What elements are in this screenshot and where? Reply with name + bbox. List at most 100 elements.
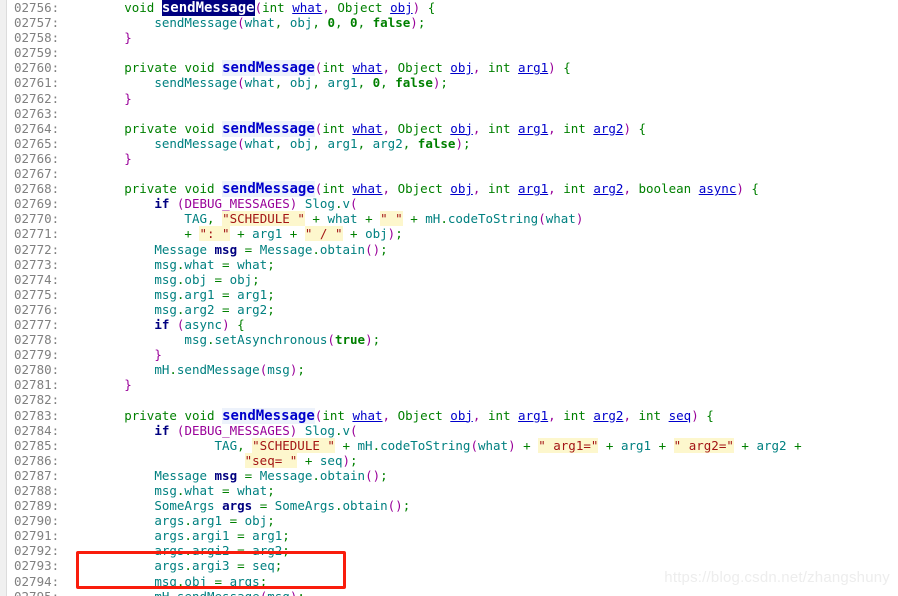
code-token[interactable]: sendMessage (222, 181, 315, 198)
code-token: int (262, 0, 285, 15)
code-line[interactable]: 02757: sendMessage(what, obj, 0, 0, fals… (8, 15, 898, 30)
code-line[interactable]: 02782: (8, 392, 898, 407)
code-token[interactable]: sendMessage (222, 407, 315, 424)
code-text: msg.obj = args; (64, 574, 267, 589)
code-line[interactable]: 02766: } (8, 151, 898, 166)
code-token: ) (508, 437, 516, 453)
code-token: + (402, 211, 426, 227)
code-line[interactable]: 02787: Message msg = Message.obtain(); (8, 468, 898, 483)
code-line[interactable]: 02791: args.argi1 = arg1; (8, 528, 898, 543)
code-line[interactable]: 02774: msg.obj = obj; (8, 272, 898, 287)
code-text: TAG, "SCHEDULE " + what + " " + mH.codeT… (64, 211, 583, 227)
code-token: msg (154, 301, 177, 317)
code-line[interactable]: 02762: } (8, 91, 898, 106)
code-token: ) (410, 15, 418, 31)
code-token: arg1 (252, 226, 283, 242)
code-token: what (244, 15, 275, 31)
code-token: = (229, 543, 253, 559)
line-number: 02776: (14, 301, 60, 317)
code-token: ; (267, 286, 275, 302)
code-line[interactable]: 02760: private void sendMessage(int what… (8, 60, 898, 77)
code-line[interactable]: 02776: msg.arg2 = arg2; (8, 302, 898, 317)
code-line[interactable]: 02764: private void sendMessage(int what… (8, 120, 898, 137)
code-token: ) (623, 120, 631, 136)
code-token: = (229, 558, 253, 574)
code-line[interactable]: 02768: private void sendMessage(int what… (8, 181, 898, 198)
line-number: 02768: (14, 181, 60, 197)
code-token: ) (455, 135, 463, 151)
code-token[interactable]: sendMessage (161, 0, 255, 16)
code-line[interactable]: 02783: private void sendMessage(int what… (8, 407, 898, 424)
code-line[interactable]: 02789: SomeArgs args = SomeArgs.obtain()… (8, 498, 898, 513)
code-token: ( (237, 15, 245, 31)
code-line[interactable]: 02772: Message msg = Message.obtain(); (8, 242, 898, 257)
line-number: 02795: (8, 589, 64, 596)
code-token: arg2 (252, 543, 283, 559)
code-line[interactable]: 02767: (8, 166, 898, 181)
code-token: argi3 (191, 558, 230, 574)
code-line[interactable]: 02758: } (8, 30, 898, 45)
code-line[interactable]: 02780: mH.sendMessage(msg); (8, 362, 898, 377)
code-token: ) (548, 60, 556, 76)
code-lines-container[interactable]: 02756: void sendMessage(int what, Object… (8, 0, 898, 596)
code-text: args.argi2 = arg2; (64, 543, 290, 558)
code-line[interactable]: 02775: msg.arg1 = arg1; (8, 287, 898, 302)
code-token: = (207, 573, 230, 589)
code-line[interactable]: 02763: (8, 106, 898, 121)
code-token: { (563, 60, 571, 76)
code-line[interactable]: 02756: void sendMessage(int what, Object… (8, 0, 898, 16)
code-token: , (274, 135, 290, 151)
code-line[interactable]: 02779: } (8, 347, 898, 362)
code-token: obj (289, 135, 313, 151)
code-text: } (64, 151, 132, 166)
code-line[interactable]: 02778: msg.setAsynchronous(true); (8, 332, 898, 347)
code-token: 0 (350, 15, 358, 31)
code-token: = (214, 301, 238, 317)
code-line[interactable]: 02795: mH.sendMessage(msg); (8, 589, 898, 596)
code-token: + (786, 437, 802, 453)
code-line[interactable]: 02786: "seq= " + seq); (8, 452, 898, 468)
code-line[interactable]: 02759: (8, 45, 898, 60)
code-line[interactable]: 02781: } (8, 377, 898, 392)
code-token[interactable]: sendMessage (222, 120, 315, 137)
code-token: Slog (304, 422, 335, 438)
code-token: int (487, 120, 511, 136)
line-number: 02786: (14, 452, 60, 468)
code-token: ; (372, 332, 381, 348)
code-token: , (548, 407, 564, 423)
code-token: private (124, 407, 177, 423)
code-token: false (417, 135, 456, 151)
code-viewer: 02756: void sendMessage(int what, Object… (0, 0, 898, 596)
code-token: ; (267, 513, 275, 529)
code-line[interactable]: 02785: TAG, "SCHEDULE " + mH.codeToStrin… (8, 437, 898, 453)
code-token: arg1 (518, 181, 549, 197)
code-line[interactable]: 02769: if (DEBUG_MESSAGES) Slog.v( (8, 196, 898, 211)
code-line[interactable]: 02784: if (DEBUG_MESSAGES) Slog.v( (8, 423, 898, 438)
code-text: msg.arg2 = arg2; (64, 301, 274, 317)
code-line[interactable]: 02777: if (async) { (8, 317, 898, 332)
code-line[interactable]: 02770: TAG, "SCHEDULE " + what + " " + m… (8, 211, 898, 227)
code-line[interactable]: 02765: sendMessage(what, obj, arg1, arg2… (8, 136, 898, 151)
code-token: , (402, 135, 418, 151)
code-token: void (184, 407, 215, 423)
code-token[interactable]: sendMessage (222, 60, 315, 77)
code-line[interactable]: 02790: args.arg1 = obj; (8, 513, 898, 528)
code-token: arg2 (756, 437, 787, 453)
line-number: 02760: (14, 60, 60, 76)
code-line[interactable]: 02792: args.argi2 = arg2; (8, 543, 898, 558)
line-number: 02770: (14, 211, 60, 227)
code-token: . (334, 422, 343, 438)
code-token: args (154, 528, 185, 544)
code-line[interactable]: 02788: msg.what = what; (8, 483, 898, 498)
code-token: args (154, 513, 185, 529)
code-token: arg2 (372, 135, 403, 151)
code-line[interactable]: 02773: msg.what = what; (8, 257, 898, 272)
code-token: obj (390, 0, 413, 15)
code-line[interactable]: 02761: sendMessage(what, obj, arg1, 0, f… (8, 75, 898, 90)
code-line[interactable]: 02771: + ": " + arg1 + " / " + obj); (8, 226, 898, 242)
